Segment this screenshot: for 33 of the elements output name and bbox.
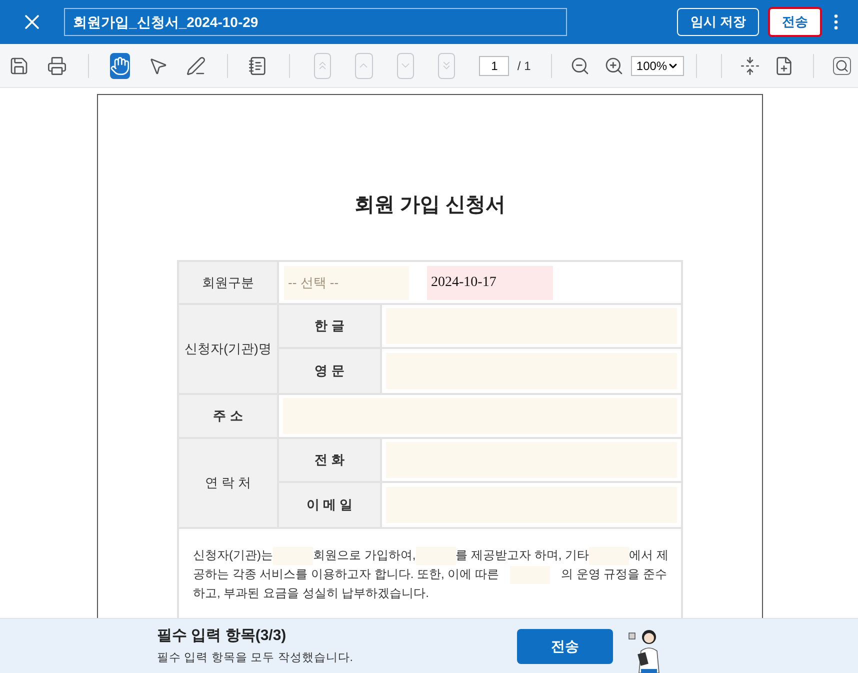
agreement-text: 의 운영 규정을 준수 — [560, 566, 667, 583]
hand-tool-icon[interactable] — [110, 52, 130, 78]
page-number-field[interactable]: 1 — [479, 56, 510, 76]
send-button[interactable]: 전송 — [517, 628, 613, 664]
document-title: 회원 가입 신청서 — [353, 193, 507, 218]
agreement-text: 공하는 각종 서비스를 이용하고자 합니다. 또한, 이에 따른 — [193, 566, 500, 583]
status-message: 필수 입력 항목을 모두 작성했습니다. — [157, 651, 354, 666]
field-label: 한 글 — [279, 305, 382, 347]
zoom-out-icon[interactable] — [570, 56, 590, 76]
row-label: 신청자(기관)명 — [179, 305, 279, 393]
agreement-text: 하고, 부과된 요금을 성실히 납부하겠습니다. — [193, 585, 430, 602]
row-label: 회원구분 — [179, 262, 279, 303]
zoom-select[interactable]: 100% — [631, 56, 684, 76]
search-icon[interactable] — [833, 56, 852, 74]
add-page-icon[interactable] — [774, 56, 794, 76]
date-field[interactable]: 2024-10-17 — [427, 266, 553, 300]
agreement-text: 를 제공받고자 하며, 기타 — [456, 547, 590, 564]
field-label: 이 메 일 — [279, 483, 382, 527]
document-title-field[interactable]: 회원가입_신청서_2024-10-29 — [64, 8, 567, 36]
member-type-select[interactable]: -- 선택 -- — [284, 266, 409, 300]
page-total: / 1 — [517, 58, 531, 74]
row-label: 주 소 — [179, 395, 279, 437]
agreement-text: 신청자(기관)는 — [193, 547, 273, 564]
send-button[interactable]: 전송 — [768, 7, 822, 37]
agreement-text: 에서 제 — [629, 547, 668, 564]
field-label: 전 화 — [279, 439, 382, 481]
agreement-text: 회원으로 가입하여, — [313, 547, 416, 564]
field-label: 영 문 — [279, 349, 382, 393]
fit-height-icon[interactable] — [740, 56, 760, 76]
zoom-in-icon[interactable] — [604, 56, 624, 76]
row-label: 연 락 처 — [179, 439, 279, 527]
required-count: 필수 입력 항목(3/3) — [157, 626, 288, 646]
temp-save-button[interactable]: 임시 저장 — [677, 8, 759, 36]
